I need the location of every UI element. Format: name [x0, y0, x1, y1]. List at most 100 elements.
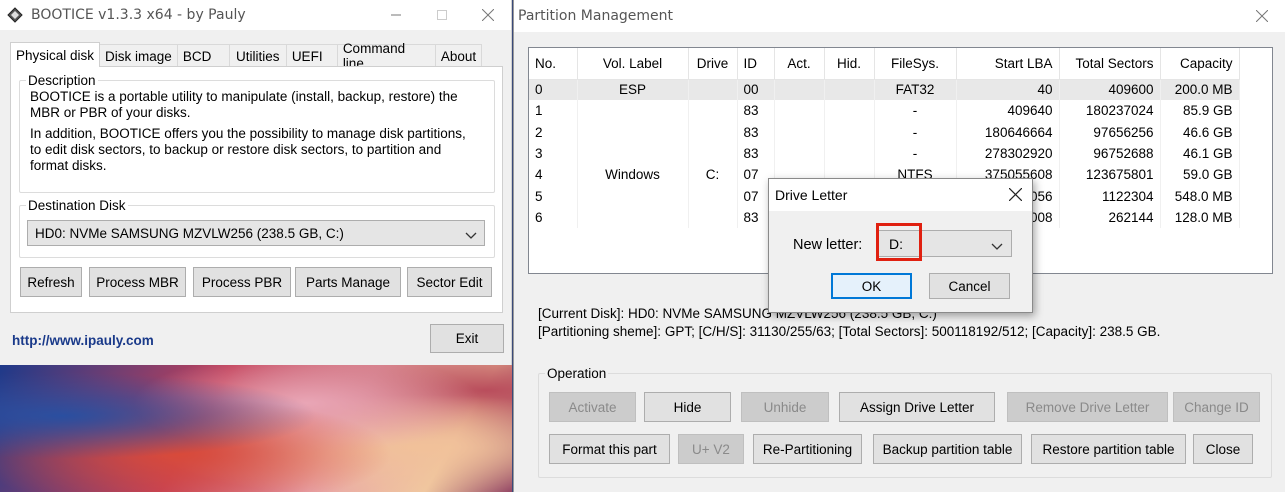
cell-vol-label [577, 142, 689, 165]
col-header-id[interactable]: ID [737, 48, 775, 80]
minimize-icon[interactable] [373, 0, 419, 30]
chevron-down-icon [465, 228, 477, 243]
cell-vol-label [577, 206, 689, 229]
tab-bcd[interactable]: BCD [176, 44, 230, 67]
cell-total-sectors: 262144 [1059, 206, 1161, 229]
cell-no: 1 [529, 100, 578, 122]
col-header-vol-label[interactable]: Vol. Label [577, 48, 689, 80]
drive-letter-dialog-title: Drive Letter [769, 179, 1032, 211]
cell-capacity: 46.6 GB [1160, 121, 1240, 143]
bootice-titlebar: BOOTICE v1.3.3 x64 - by Pauly [0, 0, 511, 30]
cell-drive [688, 185, 738, 207]
assign-drive-letter-button[interactable]: Assign Drive Letter [839, 392, 995, 422]
process-mbr-button[interactable]: Process MBR [89, 267, 186, 297]
website-link[interactable]: http://www.ipauly.com [12, 333, 154, 348]
col-header-hid[interactable]: Hid. [824, 48, 875, 80]
cell-no: 3 [529, 142, 578, 165]
backup-partition-table-button[interactable]: Backup partition table [873, 434, 1022, 464]
cell-start-lba: 278302920 [956, 142, 1060, 165]
cell-act [774, 100, 825, 122]
parts-manage-button[interactable]: Parts Manage [295, 267, 401, 297]
maximize-icon[interactable] [419, 0, 465, 30]
cell-no: 4 [529, 164, 578, 186]
unhide-button[interactable]: Unhide [741, 392, 829, 422]
tab-strip: Physical disk Disk image BCD Utilities U… [10, 41, 482, 71]
cell-total-sectors: 123675801 [1059, 164, 1161, 186]
col-header-total-sectors[interactable]: Total Sectors [1059, 48, 1161, 80]
cell-filesys: - [874, 142, 957, 165]
cell-total-sectors: 409600 [1059, 79, 1161, 101]
cell-start-lba: 409640 [956, 100, 1060, 122]
cell-drive [688, 79, 738, 101]
drive-letter-dialog: Drive Letter New letter: D: OK Cancel [768, 178, 1033, 313]
bootice-app-icon [7, 7, 23, 23]
close-icon[interactable] [1239, 1, 1285, 31]
cell-hid [824, 142, 875, 165]
tab-utilities[interactable]: Utilities [228, 44, 287, 67]
col-header-capacity[interactable]: Capacity [1160, 48, 1240, 80]
cell-capacity: 128.0 MB [1160, 206, 1240, 229]
sector-edit-button[interactable]: Sector Edit [407, 267, 492, 297]
col-header-filesys[interactable]: FileSys. [874, 48, 957, 80]
cell-total-sectors: 97656256 [1059, 121, 1161, 143]
partition-row[interactable]: 1 83 -409640 180237024 85.9 GB [529, 100, 1240, 122]
cell-no: 5 [529, 185, 578, 207]
partition-row[interactable]: 2 83 -180646664 97656256 46.6 GB [529, 121, 1240, 143]
process-pbr-button[interactable]: Process PBR [193, 267, 291, 297]
partitioning-scheme-info: [Partitioning sheme]: GPT; [C/H/S]: 3113… [538, 324, 1161, 339]
restore-partition-table-button[interactable]: Restore partition table [1031, 434, 1186, 464]
cell-drive [688, 121, 738, 143]
cell-start-lba: 40 [956, 79, 1060, 101]
tab-about[interactable]: About [434, 44, 482, 67]
cell-drive [688, 100, 738, 122]
partition-row[interactable]: 3 83 -278302920 96752688 46.1 GB [529, 142, 1240, 165]
bootice-window: BOOTICE v1.3.3 x64 - by Pauly Physical d… [0, 0, 512, 365]
cell-id: 83 [737, 100, 775, 122]
cell-id: 83 [737, 142, 775, 165]
tab-uefi[interactable]: UEFI [285, 44, 338, 67]
close-icon[interactable] [465, 0, 511, 30]
cell-act [774, 142, 825, 165]
cell-capacity: 59.0 GB [1160, 164, 1240, 186]
close-button[interactable]: Close [1193, 434, 1253, 464]
partition-row[interactable]: 0 ESP 00 FAT32 40 409600 200.0 MB [529, 79, 1240, 101]
tab-disk-image[interactable]: Disk image [99, 44, 178, 67]
remove-drive-letter-button[interactable]: Remove Drive Letter [1007, 392, 1168, 422]
re-partitioning-button[interactable]: Re-Partitioning [753, 434, 862, 464]
tab-physical-disk[interactable]: Physical disk [10, 42, 101, 67]
cell-capacity: 85.9 GB [1160, 100, 1240, 122]
description-paragraph-1: BOOTICE is a portable utility to manipul… [30, 89, 458, 120]
cell-filesys: - [874, 100, 957, 122]
close-icon[interactable] [1008, 187, 1023, 204]
cell-id: 00 [737, 79, 775, 101]
cell-drive [688, 206, 738, 229]
exit-button[interactable]: Exit [430, 324, 504, 353]
tab-command-line[interactable]: Command line [336, 41, 436, 71]
cell-vol-label: ESP [577, 79, 689, 101]
col-header-no[interactable]: No. [529, 48, 578, 80]
destination-disk-select[interactable]: HD0: NVMe SAMSUNG MZVLW256 (238.5 GB, C:… [27, 220, 485, 246]
cell-start-lba: 180646664 [956, 121, 1060, 143]
cancel-button[interactable]: Cancel [929, 273, 1010, 299]
uv2-button[interactable]: U+ V2 [678, 434, 744, 464]
cell-total-sectors: 1122304 [1059, 185, 1161, 207]
col-header-drive[interactable]: Drive [688, 48, 738, 80]
change-id-button[interactable]: Change ID [1173, 392, 1260, 422]
cell-capacity: 548.0 MB [1160, 185, 1240, 207]
cell-capacity: 46.1 GB [1160, 142, 1240, 165]
cell-total-sectors: 96752688 [1059, 142, 1161, 165]
col-header-act[interactable]: Act. [774, 48, 825, 80]
cell-drive [688, 142, 738, 165]
format-this-part-button[interactable]: Format this part [549, 434, 670, 464]
col-header-start-lba[interactable]: Start LBA [956, 48, 1060, 80]
cell-filesys: FAT32 [874, 79, 957, 101]
refresh-button[interactable]: Refresh [20, 267, 82, 297]
cell-no: 6 [529, 206, 578, 229]
activate-button[interactable]: Activate [549, 392, 636, 422]
description-group: Description BOOTICE is a portable utilit… [19, 73, 495, 193]
cell-filesys: - [874, 121, 957, 143]
bootice-window-title: BOOTICE v1.3.3 x64 - by Pauly [31, 7, 246, 23]
cell-no: 0 [529, 79, 578, 101]
ok-button[interactable]: OK [831, 273, 912, 299]
hide-button[interactable]: Hide [644, 392, 731, 422]
